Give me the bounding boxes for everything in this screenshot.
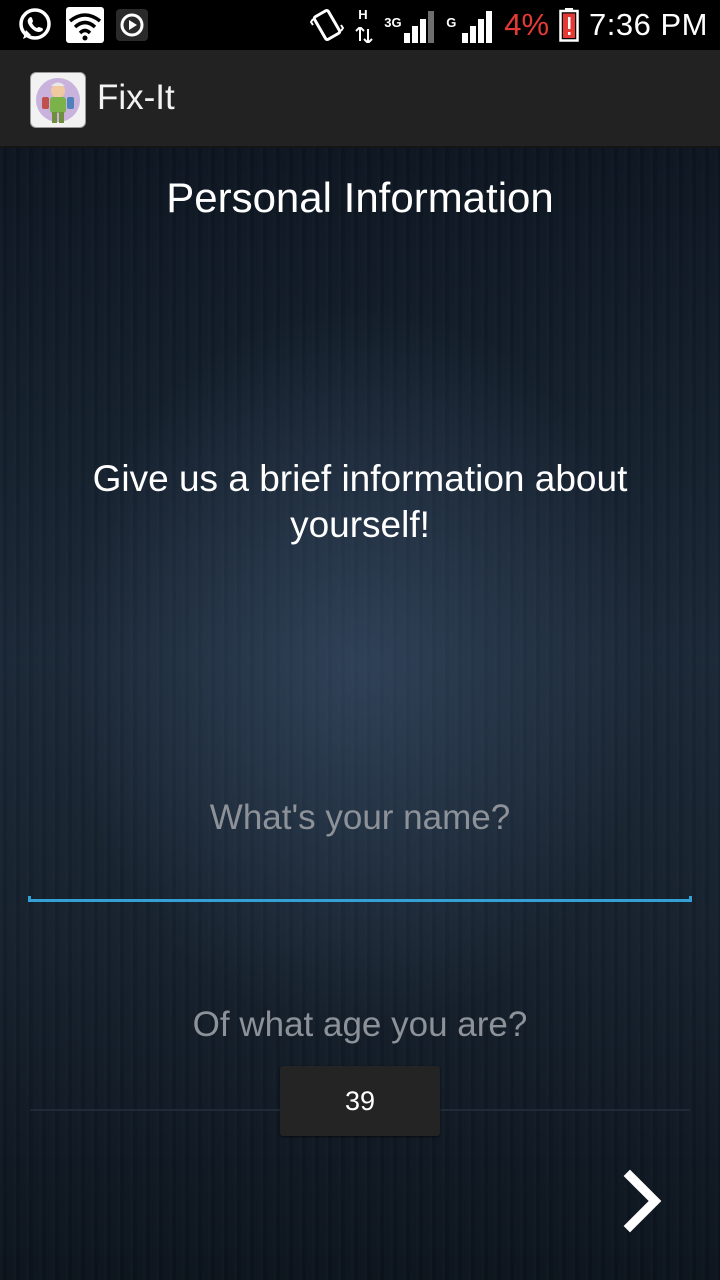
battery-alert-icon [559,8,579,42]
app-logo-icon[interactable] [30,72,86,128]
network-type-g: G [446,15,457,30]
intro-text: Give us a brief information about yourse… [92,458,628,545]
age-picker[interactable]: 39 [280,1066,440,1136]
name-input[interactable] [28,768,692,868]
signal-g-icon: G [446,5,494,45]
personal-info-screen: Personal Information Give us a brief inf… [0,148,720,1280]
name-input-underline [28,896,692,902]
page-title: Personal Information [166,174,554,221]
status-bar-left [16,6,148,44]
chevron-right-icon [623,1169,662,1233]
wifi-icon [66,7,104,43]
age-label: Of what age you are? [192,1005,528,1044]
battery-percent: 4% [504,7,550,42]
whatsapp-icon [16,6,54,44]
status-bar: H 3G G 4% 7:36 PM [0,0,720,50]
clock: 7:36 PM [589,7,708,42]
app-title: Fix-It [97,78,175,117]
signal-3g-icon: 3G [384,5,436,45]
network-type-3g: 3G [384,15,402,30]
hspa-data-icon: H [354,5,374,45]
action-bar: Fix-It [0,50,720,148]
status-bar-right: H 3G G 4% 7:36 PM [310,0,708,50]
vibrate-icon [310,7,345,43]
media-icon [116,9,148,41]
next-button[interactable] [610,1166,680,1236]
network-type-h: H [358,7,368,22]
